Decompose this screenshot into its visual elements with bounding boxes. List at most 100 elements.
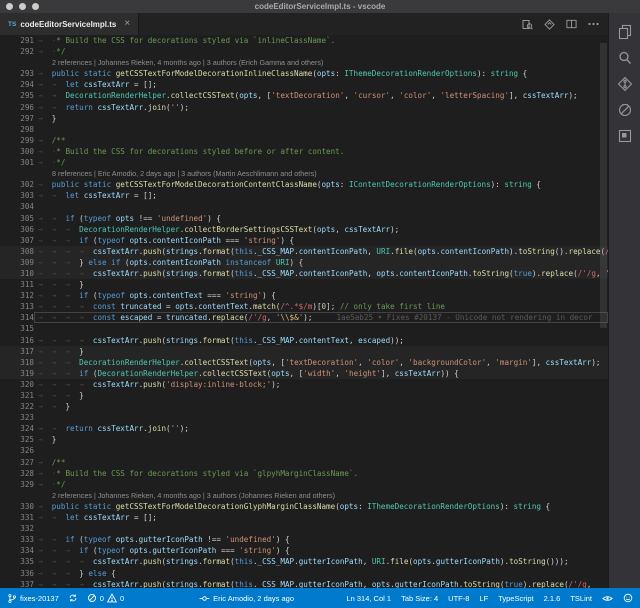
code-line[interactable]: 316→ → → → cssTextArr.push(strings.forma… [0,335,608,346]
code-line[interactable]: 310→ → → → cssTextArr.push(strings.forma… [0,268,608,279]
eol-setting[interactable]: LF [479,594,488,603]
line-number[interactable]: 293 [0,68,34,79]
line-number[interactable]: 335 [0,556,34,567]
line-number[interactable]: 295 [0,90,34,101]
line-number[interactable]: 337 [0,579,34,588]
code-line[interactable]: 335→ → → → cssTextArr.push(strings.forma… [0,556,608,567]
line-number[interactable]: 326 [0,445,34,456]
code-line[interactable]: 318→ → → DecorationRenderHelper.collectC… [0,357,608,368]
language-mode[interactable]: TypeScript [498,594,533,603]
code-line[interactable]: 329→ ·*/ [0,479,608,490]
code-line[interactable]: 309→ → → } else if (opts.contentIconPath… [0,257,608,268]
code-line[interactable]: 294→ → let cssTextArr = []; [0,79,608,90]
line-number[interactable]: 334 [0,545,34,556]
line-number[interactable]: 302 [0,179,34,190]
code-line[interactable]: 319→ → → if (DecorationRenderHelper.coll… [0,368,608,379]
code-line[interactable]: 333→ → if (typeof opts.gutterIconPath !=… [0,534,608,545]
cursor-position[interactable]: Ln 314, Col 1 [346,594,391,603]
line-number[interactable]: 311 [0,279,34,290]
line-number[interactable]: 325 [0,434,34,445]
code-line[interactable]: 302→ public static getCSSTextForModelDec… [0,179,608,190]
codelens-row[interactable]: 8 references | Eric Amodio, 2 days ago |… [0,168,608,179]
more-actions-button[interactable] [588,22,599,26]
line-number[interactable]: 316 [0,335,34,346]
line-number[interactable]: 317 [0,346,34,357]
line-number[interactable]: 294 [0,79,34,90]
code-line[interactable]: 303→ → let cssTextArr = []; [0,190,608,201]
code-line[interactable]: 301→ ·*/ [0,157,608,168]
line-number[interactable]: 312 [0,290,34,301]
line-number[interactable]: 313 [0,301,34,312]
line-number[interactable]: 329 [0,479,34,490]
codelens-label[interactable]: 8 references | Eric Amodio, 2 days ago |… [38,169,317,178]
code-line[interactable]: 314→ → → → const escaped = truncated.rep… [0,312,608,323]
code-line[interactable]: 307→ → → if (typeof opts.contentIconPath… [0,235,608,246]
code-line[interactable]: 328→ ·* Build the CSS for decorations st… [0,468,608,479]
sidebar-item-source-control[interactable] [617,76,633,92]
line-number[interactable]: 328 [0,468,34,479]
code-line[interactable]: 305→ → if (typeof opts !== 'undefined') … [0,213,608,224]
line-number[interactable]: 315 [0,323,34,334]
feedback-status[interactable] [623,593,633,603]
code-line[interactable]: 293→ public static getCSSTextForModelDec… [0,68,608,79]
code-line[interactable]: 317→ → → } [0,346,608,357]
codelens-label[interactable]: 2 references | Johannes Rieken, 4 months… [38,491,335,500]
code-line[interactable]: 297→ } [0,113,608,124]
line-number[interactable]: 327 [0,457,34,468]
codelens-row[interactable]: 2 references | Johannes Rieken, 4 months… [0,57,608,68]
gitlens-toggle-status[interactable] [602,594,613,603]
code-line[interactable]: 304 [0,201,608,212]
sidebar-item-search[interactable] [617,50,633,66]
line-number[interactable]: 318 [0,357,34,368]
zoom-window-button[interactable] [32,3,39,10]
code-line[interactable]: 315 [0,323,608,334]
line-number[interactable]: 320 [0,379,34,390]
line-number[interactable]: 310 [0,268,34,279]
line-number[interactable]: 319 [0,368,34,379]
code-line[interactable]: 334→ → → if (typeof opts.gutterIconPath … [0,545,608,556]
line-number[interactable]: 309 [0,257,34,268]
problems-status[interactable]: 0 0 [87,593,124,603]
tab-codeeditorserviceimpl[interactable]: TS codeEditorServiceImpl.ts × [0,13,139,35]
scrollbar-slider[interactable] [600,43,607,328]
line-number[interactable]: 306 [0,224,34,235]
code-line[interactable]: 299→ /** [0,135,608,146]
code-line[interactable]: 300→ ·* Build the CSS for decorations st… [0,146,608,157]
code-line[interactable]: 336→ → → } else { [0,568,608,579]
line-number[interactable]: 305 [0,213,34,224]
codelens-row[interactable]: 2 references | Johannes Rieken, 4 months… [0,490,608,501]
line-number[interactable]: 331 [0,512,34,523]
vertical-scrollbar[interactable] [599,35,608,588]
line-number[interactable]: 304 [0,201,34,212]
git-branch-status[interactable]: fixes-20137 [7,593,59,604]
gitlens-toggle-button[interactable] [544,19,555,30]
line-number[interactable]: 301 [0,157,34,168]
code-line[interactable]: 324→ → return cssTextArr.join(''); [0,423,608,434]
tslint-status[interactable]: TSLint [570,594,592,603]
split-editor-button[interactable] [566,19,577,29]
code-line[interactable]: 332 [0,523,608,534]
typescript-version[interactable]: 2.1.6 [544,594,561,603]
code-line[interactable]: 306→ → → DecorationRenderHelper.collectB… [0,224,608,235]
line-number[interactable]: 323 [0,412,34,423]
code-line[interactable]: 322→ → } [0,401,608,412]
code-line[interactable]: 327→ /** [0,457,608,468]
code-line[interactable]: 337→ → → → cssTextArr.push(strings.forma… [0,579,608,588]
code-line[interactable]: 323 [0,412,608,423]
codelens-label[interactable]: 2 references | Johannes Rieken, 4 months… [38,58,323,67]
open-preview-button[interactable] [522,19,533,30]
minimize-window-button[interactable] [19,3,26,10]
code-line[interactable]: 331→ → let cssTextArr = []; [0,512,608,523]
line-number[interactable]: 291 [0,35,34,46]
line-number[interactable]: 322 [0,401,34,412]
indentation-setting[interactable]: Tab Size: 4 [401,594,438,603]
line-number[interactable]: 314 [0,312,34,323]
editor[interactable]: 291→ ·* Build the CSS for decorations st… [0,35,608,588]
line-number[interactable]: 298 [0,124,34,135]
line-number[interactable]: 307 [0,235,34,246]
code-line[interactable]: 312→ → → if (typeof opts.contentText ===… [0,290,608,301]
gitlens-blame-status[interactable]: Eric Amodio, 2 days ago [199,594,294,603]
code-line[interactable]: 308→ → → → cssTextArr.push(strings.forma… [0,246,608,257]
code-line[interactable]: 298 [0,124,608,135]
code-line[interactable]: 291→ ·* Build the CSS for decorations st… [0,35,608,46]
